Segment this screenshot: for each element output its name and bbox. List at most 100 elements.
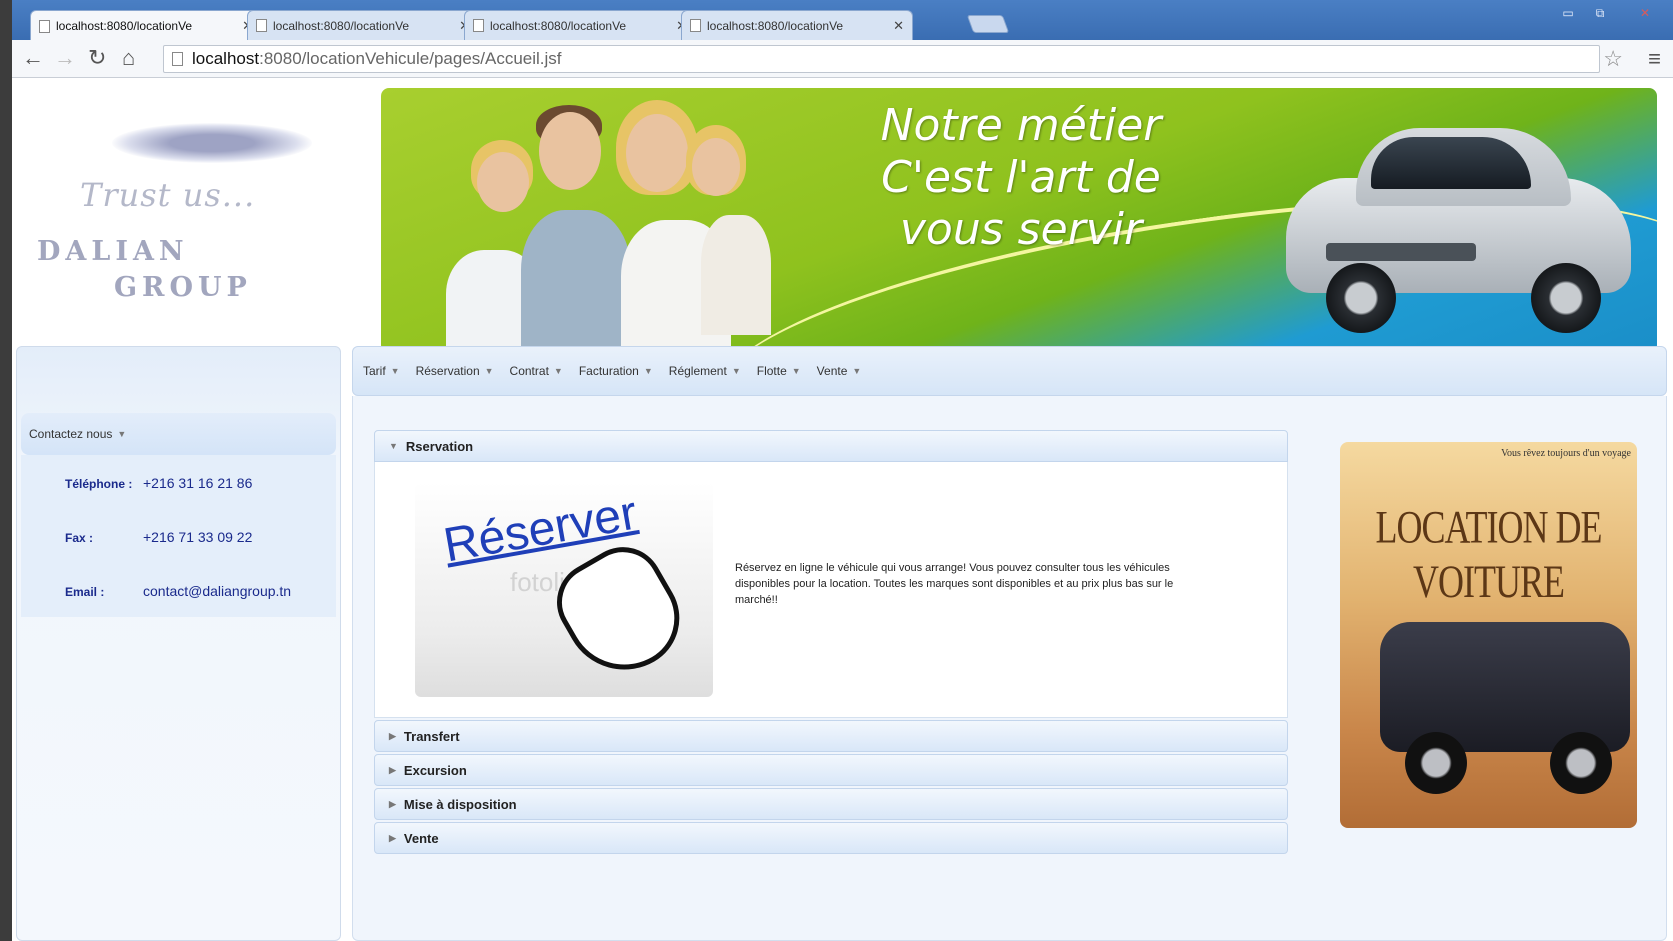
menu-label: Contrat <box>509 364 549 378</box>
reload-icon[interactable]: ↻ <box>88 47 106 69</box>
chevron-down-icon: ▼ <box>643 366 653 376</box>
accordion-title: Vente <box>403 830 439 846</box>
chevron-down-icon: ▼ <box>791 366 801 376</box>
browser-toolbar: ← → ↻ ⌂ localhost:8080/locationVehicule/… <box>12 40 1673 78</box>
suv-image <box>1380 582 1630 802</box>
menu-facturation[interactable]: Facturation ▼ <box>579 364 653 378</box>
triangle-right-icon: ▶ <box>389 832 396 843</box>
logo-name-line2: GROUP <box>114 272 252 303</box>
accordion-title: Transfert <box>403 728 460 744</box>
email-label: Email : <box>65 585 105 599</box>
accordion-panel-reservation: Réserver fotolia Réservez en ligne le vé… <box>374 462 1288 718</box>
forward-arrow-icon[interactable]: → <box>54 47 76 69</box>
bookmark-star-icon[interactable]: ☆ <box>1603 46 1623 72</box>
url-text: localhost:8080/locationVehicule/pages/Ac… <box>192 49 562 68</box>
menu-label: Flotte <box>756 364 787 378</box>
accordion-title: Mise à disposition <box>403 796 517 812</box>
home-icon[interactable]: ⌂ <box>122 47 135 69</box>
accordion-header-excursion[interactable]: ▶ Excursion <box>374 754 1288 786</box>
reservation-description: Réservez en ligne le véhicule qui vous a… <box>735 562 1174 606</box>
contact-panel-header[interactable]: Contactez nous ▼ <box>21 413 336 455</box>
web-page: Trust us... DALIAN GROUP Notre métier C'… <box>12 78 1673 941</box>
main-menubar: Tarif ▼ Réservation ▼ Contrat ▼ Facturation… <box>352 346 1667 396</box>
tab-title: localhost:8080/locationVe <box>273 18 410 33</box>
hamburger-menu-icon[interactable]: ≡ <box>1648 46 1661 72</box>
slogan-line: C'est l'art de <box>881 152 1161 203</box>
menu-label: Vente <box>816 364 848 378</box>
chevron-down-icon: ▼ <box>731 366 741 376</box>
page-icon <box>473 19 484 32</box>
address-bar[interactable]: localhost:8080/locationVehicule/pages/Ac… <box>163 45 1600 73</box>
triangle-right-icon: ▶ <box>389 764 396 775</box>
restore-icon[interactable]: ⧉ <box>1589 6 1611 20</box>
page-icon <box>172 52 183 66</box>
triangle-right-icon: ▶ <box>389 730 396 741</box>
banner-slogan: Notre métier C'est l'art de vous servir <box>821 100 1221 256</box>
hero-banner: Notre métier C'est l'art de vous servir <box>381 88 1657 353</box>
contact-email-row: Email : contact@daliangroup.tn <box>65 583 291 599</box>
close-icon[interactable]: ✕ <box>893 18 904 34</box>
family-photo <box>411 100 771 353</box>
menu-reglement[interactable]: Réglement ▼ <box>669 364 741 378</box>
minimize-icon[interactable]: ▭ <box>1557 6 1579 20</box>
phone-label: Téléphone : <box>65 477 133 491</box>
email-link[interactable]: contact@daliangroup.tn <box>143 583 291 599</box>
contact-phone-row: Téléphone : +216 31 16 21 86 <box>65 475 252 491</box>
logo-tagline: Trust us... <box>80 176 256 214</box>
menu-tarif[interactable]: Tarif ▼ <box>363 364 400 378</box>
menu-label: Réservation <box>415 364 480 378</box>
accordion-title: Rservation <box>405 438 474 454</box>
poster-caption: Vous rêvez toujours d'un voyage <box>1501 448 1631 459</box>
contact-fax-row: Fax : +216 71 33 09 22 <box>65 529 252 545</box>
browser-tab[interactable]: localhost:8080/locationVe ✕ <box>681 10 913 40</box>
menu-vente[interactable]: Vente ▼ <box>817 364 862 378</box>
contact-panel: Téléphone : +216 31 16 21 86 Fax : +216 … <box>21 455 336 617</box>
browser-tab-strip: localhost:8080/locationVe ✕ localhost:80… <box>12 0 1673 41</box>
services-accordion: ▼ Rservation Réserver fotolia Réservez e… <box>374 430 1288 856</box>
fax-value: +216 71 33 09 22 <box>143 529 253 545</box>
tab-title: localhost:8080/locationVe <box>490 18 627 33</box>
fax-label: Fax : <box>65 531 94 545</box>
accordion-header-reservation[interactable]: ▼ Rservation <box>374 430 1288 462</box>
pointer-hand-icon <box>542 532 698 692</box>
window-close-icon[interactable]: ✕ <box>1634 6 1656 20</box>
page-icon <box>256 19 267 32</box>
new-tab-button[interactable] <box>966 15 1010 33</box>
location-voiture-poster[interactable]: Vous rêvez toujours d'un voyage LOCATION… <box>1340 442 1637 828</box>
accordion-header-transfert[interactable]: ▶ Transfert <box>374 720 1288 752</box>
triangle-down-icon: ▼ <box>389 441 398 451</box>
logo-swirl <box>112 123 312 163</box>
back-arrow-icon[interactable]: ← <box>22 47 44 69</box>
chevron-down-icon: ▼ <box>553 366 563 376</box>
chevron-down-icon: ▼ <box>852 366 862 376</box>
car-image <box>1286 123 1631 338</box>
chevron-down-icon: ▼ <box>484 366 494 376</box>
browser-tab[interactable]: localhost:8080/locationVe ✕ <box>247 10 479 40</box>
page-icon <box>39 19 50 33</box>
menu-contrat[interactable]: Contrat ▼ <box>510 364 563 378</box>
browser-tab[interactable]: localhost:8080/locationVe ✕ <box>464 10 696 40</box>
chevron-down-icon: ▼ <box>390 366 400 376</box>
slogan-line: vous servir <box>899 204 1143 255</box>
triangle-right-icon: ▶ <box>389 798 396 809</box>
accordion-title: Excursion <box>403 762 467 778</box>
menu-reservation[interactable]: Réservation ▼ <box>416 364 494 378</box>
page-icon <box>690 19 701 32</box>
contact-header-label: Contactez nous <box>29 427 113 441</box>
menu-flotte[interactable]: Flotte ▼ <box>757 364 801 378</box>
phone-value: +216 31 16 21 86 <box>143 475 253 491</box>
tab-title: localhost:8080/locationVe <box>56 19 193 33</box>
menu-label: Réglement <box>668 364 727 378</box>
left-sidebar: Contactez nous ▼ Téléphone : +216 31 16 … <box>16 346 341 941</box>
accordion-header-mise-a-disposition[interactable]: ▶ Mise à disposition <box>374 788 1288 820</box>
chevron-down-icon: ▼ <box>117 429 127 439</box>
accordion-header-vente[interactable]: ▶ Vente <box>374 822 1288 854</box>
menu-label: Facturation <box>578 364 639 378</box>
reserver-image[interactable]: Réserver fotolia <box>415 482 713 697</box>
slogan-line: Notre métier <box>880 100 1162 151</box>
company-logo[interactable]: Trust us... DALIAN GROUP <box>22 98 362 338</box>
tab-title: localhost:8080/locationVe <box>707 18 844 33</box>
browser-tab[interactable]: localhost:8080/locationVe ✕ <box>30 10 262 41</box>
logo-name-line1: DALIAN <box>37 236 189 267</box>
menu-label: Tarif <box>363 364 386 378</box>
